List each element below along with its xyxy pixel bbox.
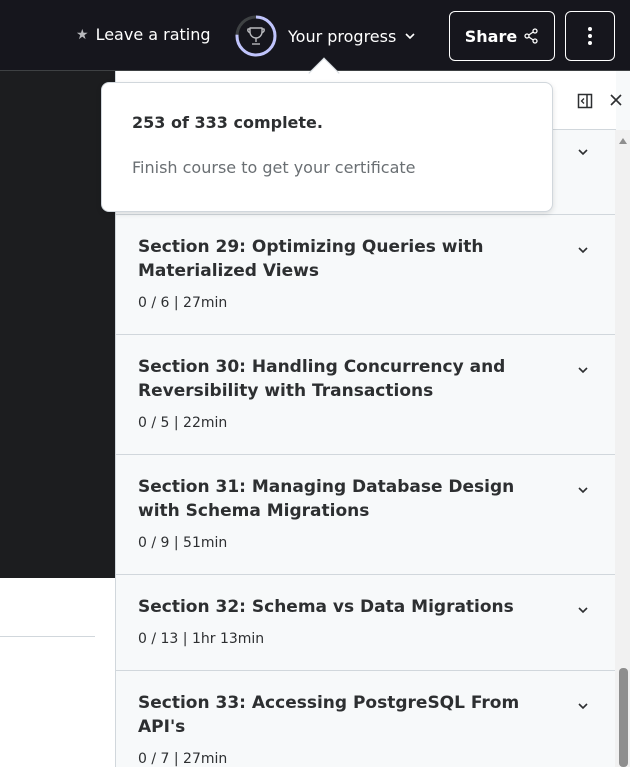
section-title: Section 33: Accessing PostgreSQL From AP… <box>138 693 520 737</box>
sidebar-collapse-icon[interactable] <box>577 93 593 109</box>
certificate-hint-text: Finish course to get your certificate <box>132 158 416 177</box>
star-icon: ★ <box>76 26 89 43</box>
leave-rating-button[interactable]: ★ Leave a rating <box>76 25 211 44</box>
progress-popover: 253 of 333 complete. Finish course to ge… <box>101 82 553 212</box>
section-item-32[interactable]: Section 32: Schema vs Data Migrations 0 … <box>116 575 616 671</box>
close-icon[interactable] <box>609 93 623 107</box>
section-meta: 0 / 9 | 51min <box>138 535 228 551</box>
share-button[interactable]: Share <box>449 11 555 61</box>
scroll-up-arrow[interactable] <box>619 138 627 144</box>
trophy-icon <box>247 27 265 45</box>
more-vertical-icon <box>588 27 592 45</box>
section-meta: 0 / 6 | 27min <box>138 295 228 311</box>
section-item-33[interactable]: Section 33: Accessing PostgreSQL From AP… <box>116 671 616 767</box>
section-item-31[interactable]: Section 31: Managing Database Design wit… <box>116 455 616 575</box>
section-title: Section 29: Optimizing Queries with Mate… <box>138 237 484 281</box>
chevron-down-icon <box>578 367 588 374</box>
chevron-down-icon <box>405 33 415 40</box>
chevron-down-icon <box>578 149 588 156</box>
content-divider <box>0 636 95 637</box>
section-meta: 0 / 7 | 27min <box>138 751 228 767</box>
section-item-30[interactable]: Section 30: Handling Concurrency and Rev… <box>116 335 616 455</box>
section-title: Section 31: Managing Database Design wit… <box>138 477 515 521</box>
scrollbar-thumb[interactable] <box>619 668 628 767</box>
your-progress-label: Your progress <box>288 26 397 46</box>
chevron-down-icon <box>578 487 588 494</box>
section-meta: 0 / 13 | 1hr 13min <box>138 631 265 647</box>
progress-count-text: 253 of 333 complete. <box>132 113 323 132</box>
top-bar: ★ Leave a rating Your progress Share <box>0 0 630 71</box>
section-meta: 0 / 5 | 22min <box>138 415 228 431</box>
share-icon <box>524 28 538 44</box>
chevron-down-icon <box>578 703 588 710</box>
leave-rating-label: Leave a rating <box>95 25 211 44</box>
your-progress-button[interactable]: Your progress <box>234 13 416 59</box>
chevron-down-icon <box>578 607 588 614</box>
section-title: Section 32: Schema vs Data Migrations <box>138 597 514 617</box>
video-player-area[interactable] <box>0 71 116 578</box>
section-title: Section 30: Handling Concurrency and Rev… <box>138 357 506 401</box>
progress-ring <box>235 15 277 57</box>
more-options-button[interactable] <box>565 11 615 61</box>
chevron-down-icon <box>578 247 588 254</box>
section-item-29[interactable]: Section 29: Optimizing Queries with Mate… <box>116 215 616 335</box>
share-label: Share <box>464 26 518 46</box>
